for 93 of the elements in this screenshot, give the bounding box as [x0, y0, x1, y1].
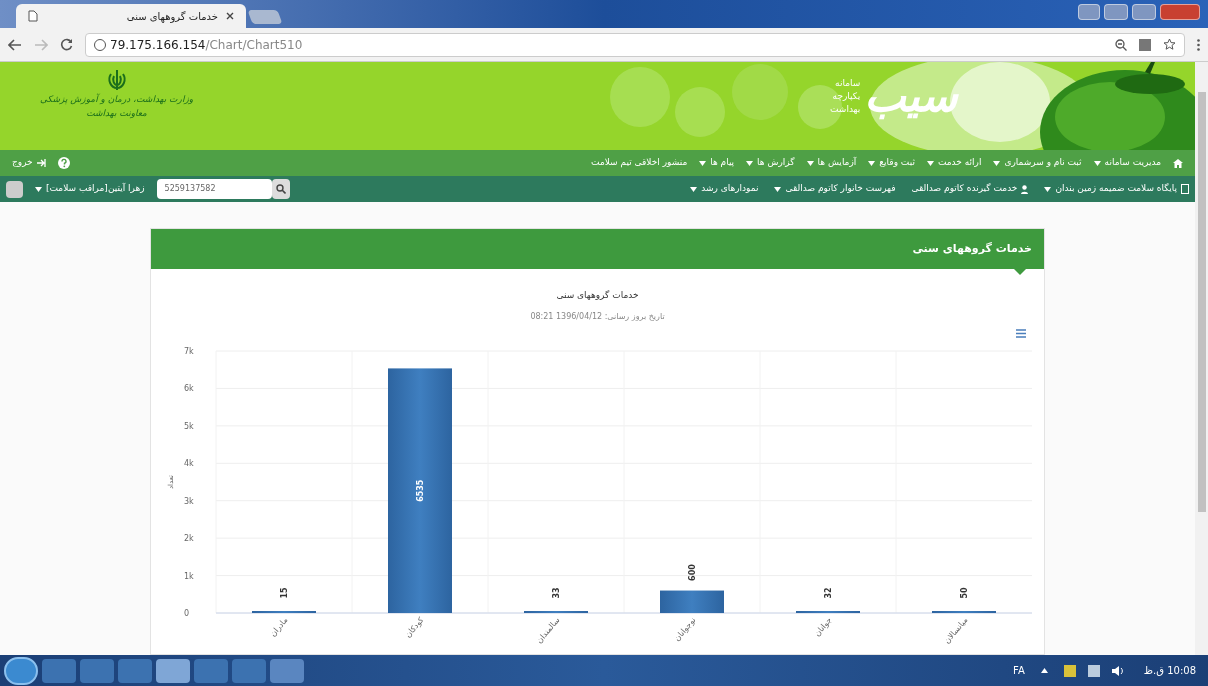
- close-icon[interactable]: [226, 12, 234, 20]
- caret-icon: [699, 160, 707, 166]
- x-tick-label: میانسالان: [942, 615, 970, 645]
- menu-item[interactable]: ثبت وقایع: [868, 156, 915, 170]
- home-icon[interactable]: [1173, 158, 1183, 168]
- ministry-name: وزارت بهداشت، درمان و آموزش پزشکی: [40, 92, 194, 106]
- url-path: /Chart/Chart510: [205, 36, 303, 54]
- scrollbar[interactable]: [1195, 62, 1208, 655]
- logout-link[interactable]: خروج: [12, 156, 46, 170]
- speaker-icon[interactable]: [1111, 665, 1124, 676]
- menu-item[interactable]: آزمایش ها: [806, 156, 857, 170]
- star-icon[interactable]: [1163, 38, 1176, 51]
- y-tick-label: 1k: [184, 571, 194, 581]
- caret-icon: [868, 160, 876, 166]
- data-label: 6535: [416, 479, 425, 502]
- menu-item[interactable]: مدیریت سامانه: [1093, 156, 1161, 170]
- submenu-item[interactable]: نمودارهای رشد: [690, 182, 759, 196]
- bar: [660, 590, 724, 613]
- y-tick-label: 0: [184, 608, 190, 618]
- minimize-button[interactable]: [1104, 4, 1128, 20]
- system-name: یکپارچه: [831, 89, 861, 103]
- panel-title: خدمات گروههای سنی: [912, 240, 1032, 257]
- data-label: 33: [552, 586, 561, 599]
- y-tick-label: 5k: [184, 421, 194, 431]
- tray-arrow-icon[interactable]: [1040, 668, 1048, 673]
- x-tick-label: جوانان: [812, 615, 834, 638]
- search-field[interactable]: 5259137582: [156, 179, 272, 199]
- system-name: بهداشت: [830, 102, 861, 116]
- submenu-item[interactable]: پایگاه سلامت ضمیمه زمین بندان: [1044, 182, 1189, 196]
- y-tick-label: 6k: [184, 383, 194, 393]
- data-label: 50: [960, 586, 969, 599]
- chart-title: خدمات گروههای سنی: [556, 289, 639, 302]
- new-tab-button[interactable]: [247, 10, 283, 24]
- x-tick-label: کودکان: [403, 615, 426, 639]
- caret-icon: [926, 160, 934, 166]
- caret-icon: [993, 160, 1001, 166]
- forward-icon[interactable]: [34, 38, 48, 51]
- user-menu[interactable]: زهرا آیتین[مراقب سلامت]: [35, 182, 145, 196]
- reload-icon[interactable]: [60, 38, 73, 51]
- url-host: 79.175.166.154: [110, 36, 206, 54]
- emblem-icon: [105, 68, 128, 92]
- language-indicator[interactable]: FA: [1013, 663, 1025, 678]
- start-button[interactable]: [4, 656, 38, 685]
- caret-icon: [35, 186, 42, 192]
- building-icon: [1181, 184, 1189, 194]
- more-icon[interactable]: [1197, 38, 1200, 51]
- person-icon: [1021, 184, 1029, 194]
- caret-icon: [1044, 186, 1052, 192]
- caret-icon: [1093, 160, 1101, 166]
- bar: [796, 610, 860, 613]
- submenu-item[interactable]: خدمت گیرنده کاتوم صدالقی: [911, 182, 1029, 196]
- close-button[interactable]: [1160, 4, 1200, 20]
- menu-item[interactable]: منشور اخلاقی تیم سلامت: [591, 156, 688, 170]
- y-tick-label: 3k: [184, 496, 194, 506]
- x-tick-label: سالمندان: [534, 615, 562, 645]
- bar: [932, 610, 996, 613]
- zoom-out-icon[interactable]: [1115, 38, 1127, 51]
- caret-icon: [690, 186, 698, 192]
- maximize-button[interactable]: [1132, 4, 1156, 20]
- menu-item[interactable]: گزارش ها: [746, 156, 795, 170]
- caret-icon: [774, 186, 782, 192]
- browser-tab[interactable]: خدمات گروههای سنی: [16, 4, 246, 28]
- bar: [252, 610, 316, 613]
- bar: [524, 610, 588, 613]
- menu-item[interactable]: پیام ها: [699, 156, 735, 170]
- chart-subtitle: تاریخ بروز رسانی: 1396/04/12 08:21: [530, 310, 665, 323]
- profile-button[interactable]: [1078, 4, 1100, 20]
- exit-icon: [36, 159, 46, 167]
- system-name: سامانه: [834, 76, 861, 90]
- x-tick-label: نوجوانان: [672, 615, 698, 643]
- clock[interactable]: 10:08 ق.ظ: [1143, 663, 1196, 678]
- search-icon: [275, 184, 286, 194]
- y-tick-label: 4k: [184, 458, 194, 468]
- ministry-name: معاونت بهداشت: [86, 107, 147, 120]
- caret-icon: [806, 160, 814, 166]
- caret-icon: [746, 160, 754, 166]
- submenu-item[interactable]: فهرست خانوار کاتوم صدالقی: [774, 182, 896, 196]
- y-tick-label: 7k: [184, 346, 194, 356]
- data-label: 15: [280, 586, 289, 599]
- menu-icon[interactable]: [1016, 328, 1026, 338]
- menu-item[interactable]: ثبت نام و سرشماری: [993, 156, 1082, 170]
- page-icon: [28, 10, 38, 22]
- x-tick-label: مادران: [268, 615, 290, 638]
- help-icon[interactable]: [57, 157, 70, 169]
- y-tick-label: 2k: [184, 533, 194, 543]
- data-label: 600: [688, 563, 697, 581]
- user-avatar-button[interactable]: [6, 180, 23, 198]
- search-button[interactable]: [271, 179, 290, 199]
- data-label: 32: [824, 586, 833, 599]
- tab-title: خدمات گروههای سنی: [126, 9, 218, 24]
- address-bar[interactable]: 79.175.166.154/Chart/Chart510: [85, 32, 1185, 57]
- back-icon[interactable]: [8, 38, 22, 51]
- menu-item[interactable]: ارائه خدمت: [926, 156, 982, 170]
